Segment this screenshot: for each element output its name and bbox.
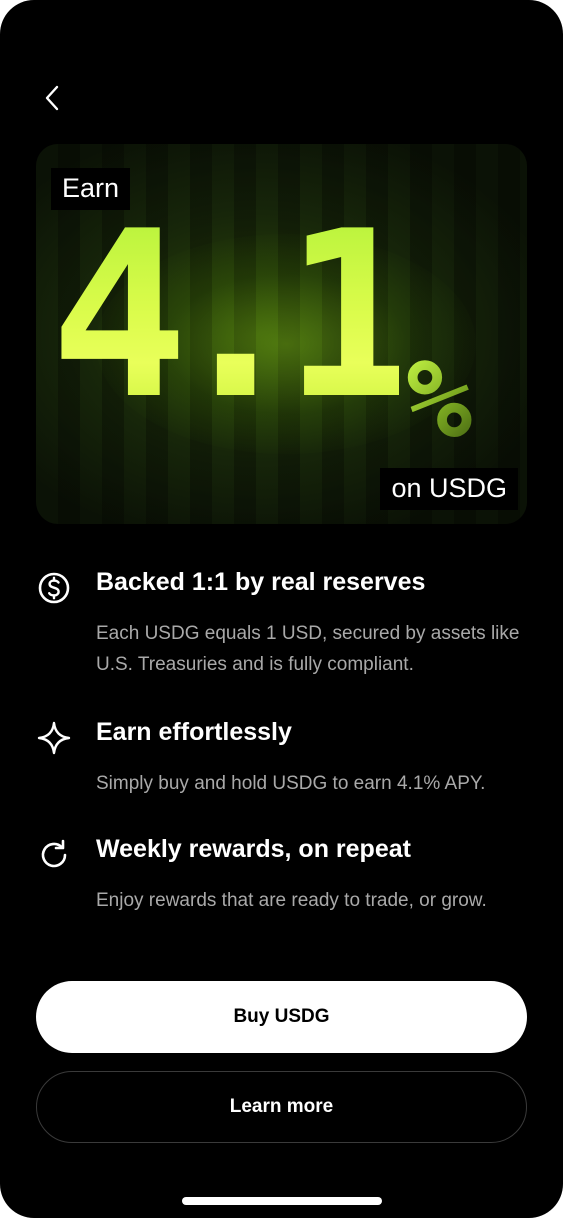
screen: 4.1 % Earn on USDG Backed 1:1 by real re… <box>0 0 563 1218</box>
feature-title: Weekly rewards, on repeat <box>96 835 411 863</box>
on-usdg-label: on USDG <box>380 468 518 510</box>
promo-banner: 4.1 % Earn on USDG <box>36 144 527 524</box>
sparkle-icon <box>37 721 71 755</box>
chevron-left-icon <box>45 85 59 111</box>
rate-percent-symbol: % <box>406 335 473 463</box>
earn-label: Earn <box>51 168 131 210</box>
feature-description: Simply buy and hold USDG to earn 4.1% AP… <box>96 773 486 794</box>
home-indicator[interactable] <box>182 1197 382 1205</box>
learn-more-button[interactable]: Learn more <box>36 1071 527 1143</box>
feature-description: Each USDG equals 1 USD, secured by asset… <box>96 623 520 675</box>
feature-title: Earn effortlessly <box>96 718 292 746</box>
buy-usdg-button[interactable]: Buy USDG <box>36 981 527 1053</box>
refresh-icon <box>41 839 67 868</box>
dollar-circle-icon <box>38 572 70 604</box>
feature-title: Backed 1:1 by real reserves <box>96 568 426 596</box>
feature-description: Enjoy rewards that are ready to trade, o… <box>96 890 487 911</box>
rate-number: 4.1 <box>50 183 421 450</box>
back-button[interactable] <box>36 80 68 116</box>
